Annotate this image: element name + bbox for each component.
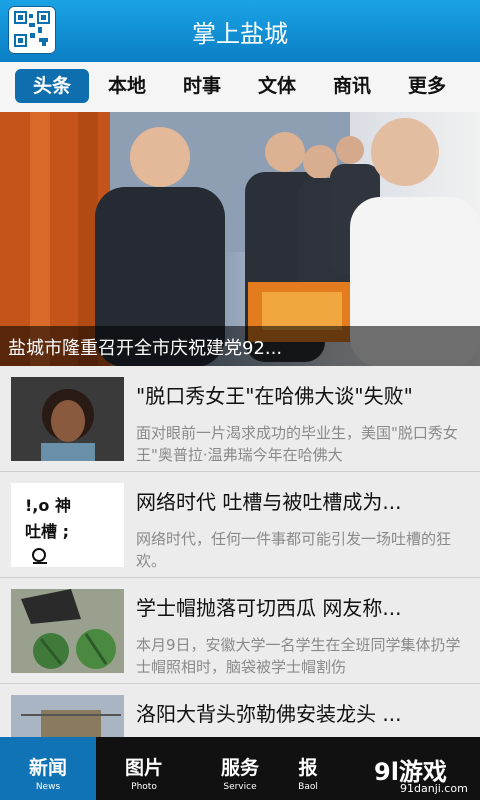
nav-label: 服务 — [220, 757, 259, 779]
news-title: 网络时代 吐槽与被吐槽成为... — [136, 490, 402, 514]
news-item[interactable]: !,o 神吐槽 ; 网络时代 吐槽与被吐槽成为... 网络时代，任何一件事都可能… — [0, 472, 480, 578]
watermark-site: 91danji.com — [400, 782, 468, 795]
news-title: 洛阳大背头弥勒佛安装龙头 ... — [136, 702, 402, 726]
nav-sublabel: News — [35, 782, 61, 792]
tab-headlines[interactable]: 头条 — [15, 69, 89, 103]
tab-current-affairs[interactable]: 时事 — [165, 69, 239, 103]
category-tabs: 头条 本地 时事 文体 商讯 更多 — [0, 62, 480, 113]
nav-sublabel: Photo — [131, 782, 157, 792]
news-summary: 本月9日，安徽大学一名学生在全班同学集体扔学士帽照相时，脑袋被学士帽割伤 — [136, 636, 461, 676]
nav-sublabel: Baol — [298, 782, 318, 792]
nav-label: 新闻 — [28, 757, 67, 779]
app-title: 掌上盐城 — [192, 20, 288, 48]
title-bar: 掌上盐城 — [0, 0, 480, 62]
nav-label: 图片 — [124, 757, 163, 779]
news-title: "脱口秀女王"在哈佛大谈"失败" — [136, 384, 413, 408]
watermark: 9l游戏 91danji.com — [370, 748, 480, 800]
news-item[interactable]: 学士帽抛落可切西瓜 网友称... 本月9日，安徽大学一名学生在全班同学集体扔学士… — [0, 578, 480, 684]
nav-sublabel: Service — [223, 782, 257, 792]
news-thumbnail — [11, 589, 124, 673]
news-summary: 网络时代，任何一件事都可能引发一场吐槽的狂欢。 — [136, 530, 452, 570]
nav-paper[interactable]: 报 Baol — [288, 737, 328, 800]
tab-more[interactable]: 更多 — [390, 69, 464, 103]
nav-service[interactable]: 服务 Service — [192, 737, 288, 800]
banner-caption-bar: 盐城市隆重召开全市庆祝建党92... — [0, 326, 480, 366]
news-item[interactable]: "脱口秀女王"在哈佛大谈"失败" 面对眼前一片渴求成功的毕业生，美国"脱口秀女王… — [0, 366, 480, 472]
nav-photo[interactable]: 图片 Photo — [96, 737, 192, 800]
news-thumbnail — [11, 377, 124, 461]
news-title: 学士帽抛落可切西瓜 网友称... — [136, 596, 402, 620]
tab-business[interactable]: 商讯 — [315, 69, 389, 103]
news-summary: 面对眼前一片渴求成功的毕业生，美国"脱口秀女王"奥普拉·温弗瑞今年在哈佛大 — [136, 424, 458, 464]
nav-news[interactable]: 新闻 News — [0, 737, 96, 800]
tab-culture-sports[interactable]: 文体 — [240, 69, 314, 103]
banner-caption: 盐城市隆重召开全市庆祝建党92... — [8, 338, 283, 359]
tab-local[interactable]: 本地 — [90, 69, 164, 103]
nav-label: 报 — [298, 757, 318, 779]
news-thumbnail: !,o 神吐槽 ; — [11, 483, 124, 567]
headline-banner[interactable]: 盐城市隆重召开全市庆祝建党92... — [0, 112, 480, 366]
